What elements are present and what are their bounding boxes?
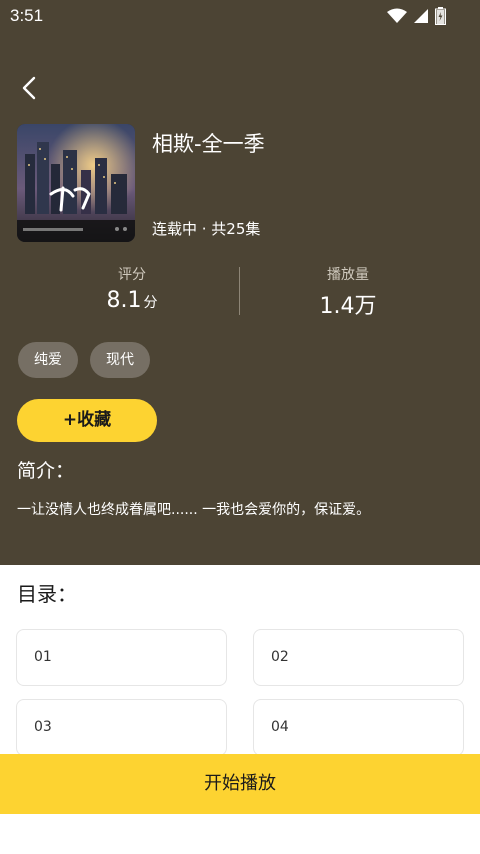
drama-header-panel: 3:51 相欺-全一季 连载中 · 共25集 评分 8.1 分 播放量 1.4万… [0, 0, 480, 565]
cellular-signal-icon [414, 9, 428, 23]
episode-item[interactable]: 03 [16, 699, 227, 756]
cover-image [17, 124, 135, 242]
start-play-button[interactable]: 开始播放 [0, 754, 480, 814]
bottom-spacer [0, 814, 480, 854]
status-icons [387, 7, 446, 25]
status-time: 3:51 [10, 6, 44, 25]
episode-item[interactable]: 01 [16, 629, 227, 686]
catalog-heading: 目录： [17, 582, 77, 606]
plays-label: 播放量 [327, 267, 369, 283]
intro-heading: 简介： [17, 460, 75, 482]
drama-status: 连载中 · 共25集 [152, 220, 261, 238]
collect-button[interactable]: +收藏 [17, 399, 157, 442]
plays-stat: 播放量 1.4万 [248, 264, 448, 320]
drama-cover[interactable] [17, 124, 135, 242]
episode-item[interactable]: 02 [253, 629, 464, 686]
back-button[interactable] [14, 72, 44, 104]
plays-value: 1.4万 [319, 294, 377, 319]
rating-stat: 评分 8.1 分 [32, 264, 232, 313]
rating-value-row: 8.1 分 [32, 288, 232, 313]
wifi-icon [387, 8, 407, 23]
tag-chip[interactable]: 纯爱 [18, 342, 78, 378]
chevron-left-icon [22, 76, 36, 100]
status-bar: 3:51 [0, 0, 480, 32]
drama-title: 相欺-全一季 [152, 132, 265, 156]
stats-divider [239, 267, 240, 315]
rating-label: 评分 [118, 267, 146, 283]
rating-value: 8.1 [106, 288, 142, 313]
episode-item[interactable]: 04 [253, 699, 464, 756]
battery-icon [435, 7, 446, 25]
tag-chip[interactable]: 现代 [90, 342, 150, 378]
rating-unit: 分 [143, 295, 158, 311]
intro-text: 一让没情人也终成眷属吧...... 一我也会爱你的，保证爱。 [17, 502, 371, 518]
